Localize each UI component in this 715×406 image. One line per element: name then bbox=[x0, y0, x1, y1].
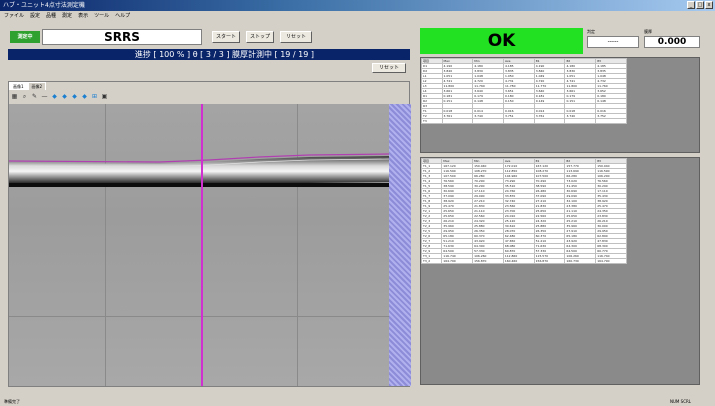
result-left-label: 判定 bbox=[587, 29, 595, 34]
table-row[interactable]: T3 bbox=[421, 118, 627, 124]
menu-item[interactable]: 測定 bbox=[62, 11, 72, 21]
table-cell bbox=[441, 118, 474, 124]
judgement-panel: OK bbox=[420, 28, 583, 54]
table-cell: T3_2 bbox=[420, 258, 443, 264]
table-cell bbox=[503, 118, 535, 124]
table-cell: T3 bbox=[421, 118, 443, 124]
arrow-left-icon[interactable]: ◆ bbox=[51, 93, 58, 100]
table-cell: 156.870 bbox=[533, 258, 566, 264]
zoom-in-icon[interactable]: ⌕ bbox=[21, 93, 28, 100]
summary-table-area: 項目 Max Min Ave θ1 θ2 θ3 D1 4.190 4.180 4.185 4.190 4… bbox=[420, 57, 700, 153]
table-cell: 164.790 bbox=[595, 258, 627, 264]
maximize-button[interactable]: □ bbox=[696, 1, 704, 9]
fit-icon[interactable]: ⊞ bbox=[91, 93, 98, 100]
workpiece-profile bbox=[9, 153, 390, 187]
status-text: 準備完了 bbox=[4, 399, 20, 404]
camera-view[interactable] bbox=[9, 104, 411, 386]
menu-item[interactable]: 品種 bbox=[46, 11, 56, 21]
table-cell: 160.460 bbox=[502, 258, 535, 264]
measure-cursor-line[interactable] bbox=[201, 104, 203, 386]
menu-item[interactable]: ファイル bbox=[4, 11, 24, 21]
select-icon[interactable]: ▦ bbox=[11, 93, 18, 100]
save-icon[interactable]: ▣ bbox=[101, 93, 108, 100]
header-area: 測定中 SRRS スタート ストップ リセット 進捗 [ 100 % ] θ [… bbox=[8, 27, 410, 73]
start-button[interactable]: スタート bbox=[212, 31, 240, 43]
stop-button[interactable]: ストップ bbox=[246, 31, 274, 43]
menu-item[interactable]: 設定 bbox=[30, 11, 40, 21]
menu-bar: ファイル 設定 品種 測定 表示 ツール ヘルプ bbox=[0, 11, 715, 21]
result-right-label: 膜厚 bbox=[644, 29, 652, 34]
arrow-down-icon[interactable]: ◆ bbox=[81, 93, 88, 100]
menu-item[interactable]: 表示 bbox=[78, 11, 88, 21]
image-panel: 画像1 画像2 ▦ ⌕ ✎ — ◆ ◆ ◆ ◆ ⊞ ▣ bbox=[8, 81, 411, 387]
arrow-right-icon[interactable]: ◆ bbox=[61, 93, 68, 100]
mode-badge: 測定中 bbox=[10, 31, 40, 43]
scroll-stripe[interactable] bbox=[389, 104, 411, 386]
line-icon[interactable]: — bbox=[41, 93, 48, 100]
product-name-field[interactable]: SRRS bbox=[42, 29, 202, 45]
table-cell: 160.730 bbox=[564, 258, 597, 264]
title-bar: ハブ・ユニット4点寸法測定機 _ □ x bbox=[0, 0, 715, 11]
result-left-value: ----- bbox=[587, 36, 639, 48]
table-cell: 156.870 bbox=[472, 258, 504, 264]
tab-image-1[interactable]: 画像1 bbox=[9, 82, 28, 90]
summary-table: 項目 Max Min Ave θ1 θ2 θ3 D1 4.190 4.180 4.185 4.190 4… bbox=[421, 58, 627, 124]
app-window: ハブ・ユニット4点寸法測定機 _ □ x ファイル 設定 品種 測定 表示 ツール ヘルプ … bbox=[0, 0, 715, 406]
table-cell bbox=[595, 118, 627, 124]
detail-table-area: 項目 Max Min Ave θ1 θ2 θ3 T1_1 167.120 150.040 172.0… bbox=[420, 157, 700, 385]
close-button[interactable]: x bbox=[705, 1, 713, 9]
arrow-up-icon[interactable]: ◆ bbox=[71, 93, 78, 100]
detail-table: 項目 Max Min Ave θ1 θ2 θ3 T1_1 167.120 150.040 172.0… bbox=[420, 158, 627, 264]
progress-status: 進捗 [ 100 % ] θ [ 3 / 3 ] 膜厚計測中 [ 19 / 19… bbox=[8, 49, 410, 60]
image-toolbar: ▦ ⌕ ✎ — ◆ ◆ ◆ ◆ ⊞ ▣ bbox=[11, 92, 108, 100]
result-right-value: 0.000 bbox=[644, 36, 700, 48]
table-cell bbox=[533, 118, 566, 124]
menu-item[interactable]: ツール bbox=[94, 11, 109, 21]
reset-top-button[interactable]: リセット bbox=[280, 31, 312, 43]
status-bar: 準備完了 NUM SCRL bbox=[0, 397, 715, 406]
table-cell bbox=[472, 118, 504, 124]
status-indicators: NUM SCRL bbox=[670, 399, 691, 404]
table-cell bbox=[564, 118, 597, 124]
table-cell: 164.790 bbox=[441, 258, 474, 264]
menu-item[interactable]: ヘルプ bbox=[115, 11, 130, 21]
reset-button[interactable]: リセット bbox=[372, 63, 406, 73]
tab-image-2[interactable]: 画像2 bbox=[27, 82, 47, 90]
window-title: ハブ・ユニット4点寸法測定機 bbox=[3, 2, 85, 9]
minimize-button[interactable]: _ bbox=[687, 1, 695, 9]
table-row[interactable]: T3_2 164.790 156.870 160.460 156.870 160.730 1… bbox=[420, 258, 627, 264]
pan-icon[interactable]: ✎ bbox=[31, 93, 38, 100]
